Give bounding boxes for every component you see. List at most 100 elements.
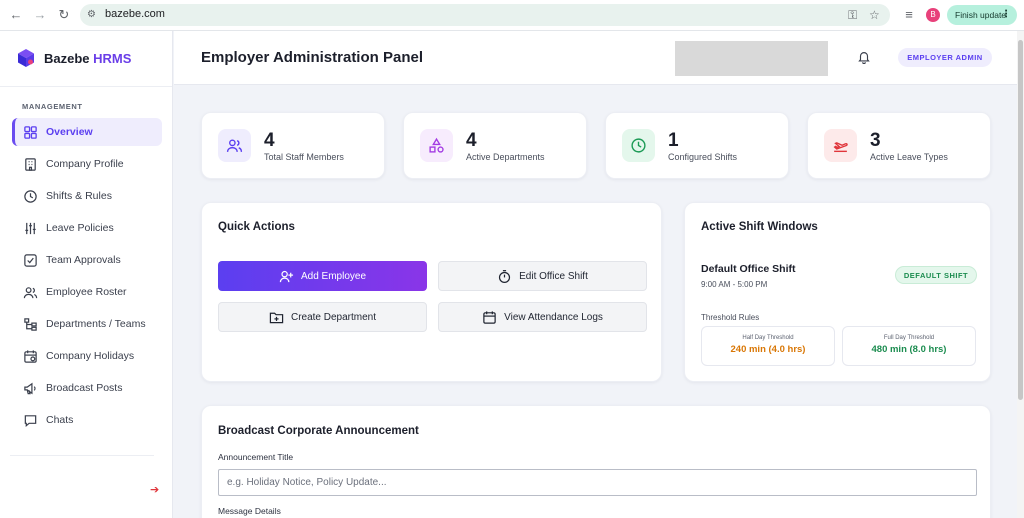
announcement-title-label: Announcement Title	[218, 452, 294, 462]
sidebar-item-employee-roster[interactable]: Employee Roster	[12, 278, 162, 306]
page-title: Employer Administration Panel	[201, 49, 423, 66]
sidebar-item-label: Shifts & Rules	[46, 190, 112, 202]
role-badge: EMPLOYER ADMIN	[898, 48, 992, 67]
announcement-card: Broadcast Corporate Announcement Announc…	[201, 405, 991, 518]
sidebar-item-label: Team Approvals	[46, 254, 121, 266]
stat-value: 4	[466, 130, 477, 151]
page-header: Employer Administration Panel EMPLOYER A…	[174, 31, 1017, 85]
arrow-left-icon[interactable]: ←	[9, 8, 23, 22]
default-shift-badge: DEFAULT SHIFT	[895, 266, 977, 284]
sidebar-item-label: Chats	[46, 414, 74, 426]
clock-icon	[622, 129, 655, 162]
brand-accent: HRMS	[93, 50, 132, 66]
sidebar-item-company-profile[interactable]: Company Profile	[12, 150, 162, 178]
stat-label: Configured Shifts	[668, 152, 738, 162]
create-department-label: Create Department	[290, 311, 377, 323]
password-key-icon[interactable]: ⚿	[848, 8, 857, 22]
card-title: Active Shift Windows	[701, 221, 818, 233]
folder-plus-icon	[269, 312, 284, 323]
stopwatch-icon	[499, 269, 511, 283]
sidebar-item-label: Company Profile	[46, 158, 124, 170]
full-day-threshold: Full Day Threshold 480 min (8.0 hrs)	[842, 326, 976, 366]
reload-icon[interactable]: ↻	[57, 8, 71, 22]
sidebar-item-label: Departments / Teams	[46, 318, 146, 330]
shift-name: Default Office Shift	[701, 263, 796, 275]
bell-icon[interactable]	[857, 50, 871, 65]
view-attendance-logs-button[interactable]: View Attendance Logs	[438, 302, 647, 332]
threshold-label: Full Day Threshold	[883, 335, 935, 341]
users-icon	[22, 284, 38, 300]
hierarchy-icon	[22, 316, 38, 332]
quick-actions-card: Quick Actions Add Employee Edit Office S…	[201, 202, 662, 382]
add-employee-label: Add Employee	[300, 270, 367, 282]
shapes-icon	[420, 129, 453, 162]
sidebar-item-label: Overview	[46, 126, 93, 138]
stat-card-departments: 4 Active Departments	[403, 112, 587, 179]
stat-label: Active Departments	[466, 152, 545, 162]
sidebar-item-label: Employee Roster	[46, 286, 127, 298]
stat-label: Total Staff Members	[264, 152, 344, 162]
shift-windows-card: Active Shift Windows Default Office Shif…	[684, 202, 991, 382]
sidebar-item-chats[interactable]: Chats	[12, 406, 162, 434]
divider	[0, 86, 172, 87]
profile-avatar[interactable]: B	[926, 8, 940, 22]
threshold-value: 480 min (8.0 hrs)	[871, 344, 947, 355]
sidebar-item-label: Leave Policies	[46, 222, 114, 234]
message-details-label: Message Details	[218, 506, 281, 516]
sidebar-item-broadcast-posts[interactable]: Broadcast Posts	[12, 374, 162, 402]
redacted-block	[675, 41, 828, 76]
view-attendance-logs-label: View Attendance Logs	[504, 311, 603, 323]
sliders-icon	[22, 220, 38, 236]
clock-icon	[22, 188, 38, 204]
stat-card-shifts: 1 Configured Shifts	[605, 112, 789, 179]
site-info-icon[interactable]: ⚙	[87, 9, 99, 21]
shift-time: 9:00 AM - 5:00 PM	[701, 280, 768, 289]
calendar-icon	[483, 310, 496, 324]
logout-arrow-icon[interactable]: ➔	[150, 483, 159, 496]
arrow-right-icon[interactable]: →	[33, 8, 47, 22]
half-day-threshold: Half Day Threshold 240 min (4.0 hrs)	[701, 326, 835, 366]
create-department-button[interactable]: Create Department	[218, 302, 427, 332]
stat-value: 4	[264, 130, 275, 151]
brand-name: Bazebe HRMS	[44, 50, 132, 66]
stat-label: Active Leave Types	[870, 152, 948, 162]
sidebar: Bazebe HRMS MANAGEMENT Overview Company …	[0, 31, 173, 518]
stat-value: 3	[870, 130, 881, 151]
sidebar-item-team-approvals[interactable]: Team Approvals	[12, 246, 162, 274]
sidebar-item-company-holidays[interactable]: Company Holidays	[12, 342, 162, 370]
users-icon	[218, 129, 251, 162]
card-title: Quick Actions	[218, 221, 295, 233]
brand-logo[interactable]: Bazebe HRMS	[16, 47, 131, 69]
divider	[10, 455, 154, 456]
card-title: Broadcast Corporate Announcement	[218, 425, 419, 437]
scrollbar-thumb[interactable]	[1018, 40, 1023, 400]
sidebar-item-departments[interactable]: Departments / Teams	[12, 310, 162, 338]
sidebar-item-overview[interactable]: Overview	[12, 118, 162, 146]
section-label: MANAGEMENT	[22, 102, 83, 111]
building-icon	[22, 156, 38, 172]
sidebar-item-shifts-rules[interactable]: Shifts & Rules	[12, 182, 162, 210]
sidebar-item-leave-policies[interactable]: Leave Policies	[12, 214, 162, 242]
reading-list-icon[interactable]: ≡	[902, 8, 916, 22]
threshold-title: Threshold Rules	[701, 313, 760, 322]
sidebar-item-label: Company Holidays	[46, 350, 135, 362]
user-plus-icon	[279, 270, 294, 282]
calendar-icon	[22, 348, 38, 364]
chat-icon	[22, 412, 38, 428]
url-text[interactable]: bazebe.com	[105, 8, 165, 20]
grid-icon	[22, 124, 38, 140]
megaphone-icon	[22, 380, 38, 396]
add-employee-button[interactable]: Add Employee	[218, 261, 427, 291]
edit-office-shift-button[interactable]: Edit Office Shift	[438, 261, 647, 291]
threshold-label: Half Day Threshold	[742, 335, 794, 341]
edit-office-shift-label: Edit Office Shift	[519, 270, 588, 282]
finish-update-label: Finish update	[955, 10, 1007, 20]
announcement-title-input[interactable]	[218, 469, 977, 496]
browser-toolbar: ← → ↻ ⚙ bazebe.com ⚿ ☆ ≡ B Finish update…	[0, 0, 1024, 31]
address-bar[interactable]: ⚙ bazebe.com ⚿ ☆	[80, 4, 890, 26]
threshold-value: 240 min (4.0 hrs)	[730, 344, 806, 355]
more-vert-icon: ⋮	[1001, 9, 1011, 20]
finish-update-button[interactable]: Finish update ⋮	[947, 5, 1017, 25]
plane-icon	[824, 129, 857, 162]
bookmark-star-icon[interactable]: ☆	[869, 8, 880, 22]
